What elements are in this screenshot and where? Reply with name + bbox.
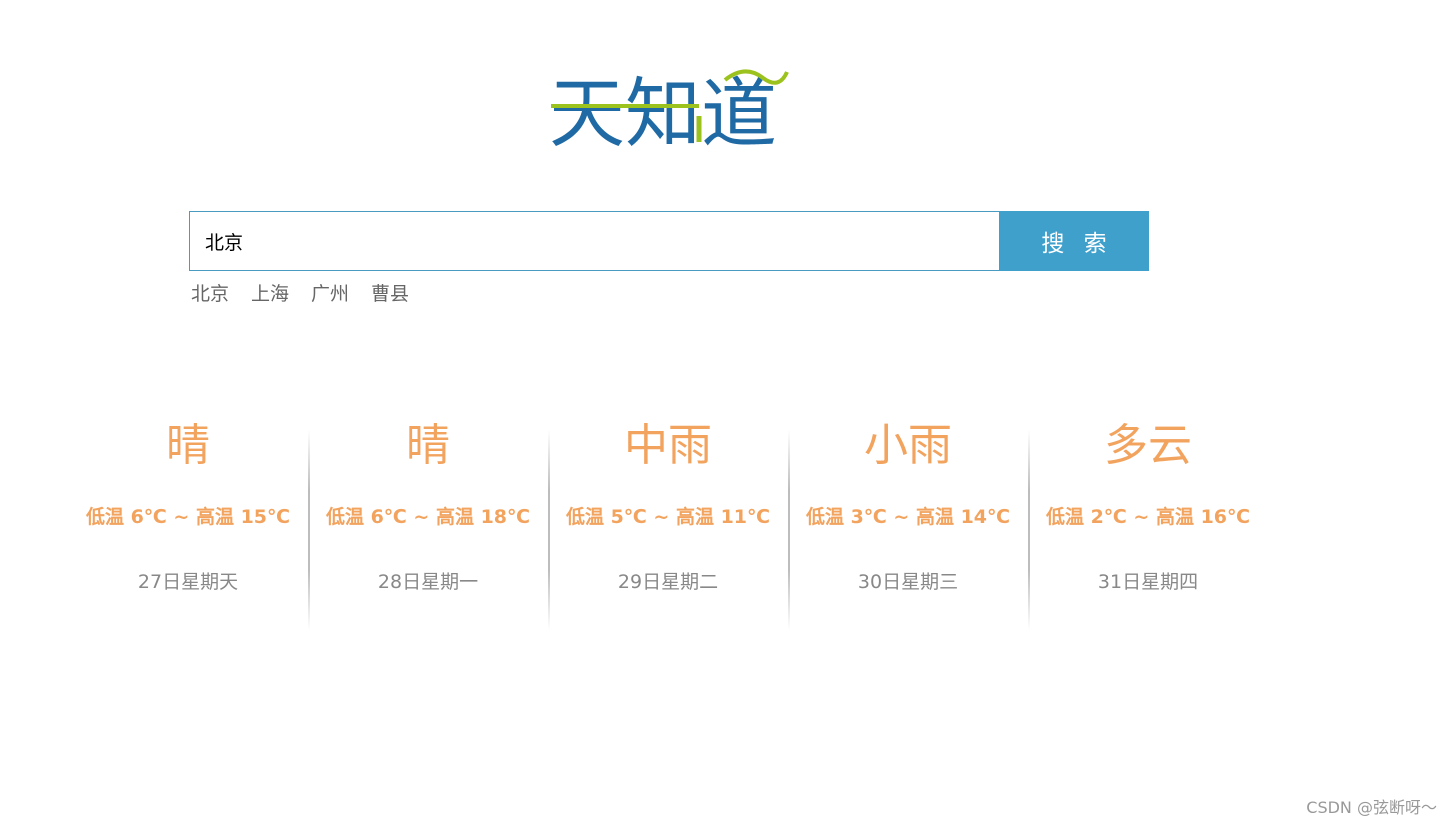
watermark: CSDN @弦断呀～ — [1306, 798, 1437, 817]
forecast-day: 中雨 低温 5℃ ~ 高温 11℃ 29日星期二 — [548, 420, 788, 630]
logo-image: 天知道 — [549, 69, 789, 150]
forecast-day: 多云 低温 2℃ ~ 高温 16℃ 31日星期四 — [1028, 420, 1268, 630]
forecast-date: 31日星期四 — [1097, 571, 1199, 593]
hot-cities: 北京 上海 广州 曹县 — [191, 282, 409, 306]
hot-city-link[interactable]: 北京 — [191, 282, 229, 306]
weather-type: 晴 — [166, 420, 210, 471]
forecast-list: 晴 低温 6℃ ~ 高温 15℃ 27日星期天 晴 低温 6℃ ~ 高温 18℃… — [68, 420, 1268, 630]
hot-city-link[interactable]: 上海 — [251, 282, 289, 306]
temperature-range: 低温 2℃ ~ 高温 16℃ — [1045, 506, 1251, 528]
weather-type: 小雨 — [864, 420, 952, 471]
logo: 天知道 — [549, 64, 791, 150]
forecast-day: 晴 低温 6℃ ~ 高温 15℃ 27日星期天 — [68, 420, 308, 630]
temperature-range: 低温 3℃ ~ 高温 14℃ — [805, 506, 1011, 528]
temperature-range: 低温 6℃ ~ 高温 15℃ — [85, 506, 291, 528]
search-button[interactable]: 搜 索 — [999, 211, 1149, 271]
hot-city-link[interactable]: 广州 — [311, 282, 349, 306]
hot-city-link[interactable]: 曹县 — [371, 282, 409, 306]
weather-type: 多云 — [1104, 420, 1192, 471]
page: 天知道 搜 索 北京 上海 广州 曹县 晴 低温 6℃ ~ 高温 15℃ 27日… — [0, 0, 1451, 828]
weather-type: 中雨 — [624, 420, 712, 471]
temperature-range: 低温 5℃ ~ 高温 11℃ — [565, 506, 771, 528]
weather-type: 晴 — [406, 420, 450, 471]
forecast-date: 28日星期一 — [377, 571, 479, 593]
forecast-date: 27日星期天 — [137, 571, 239, 593]
temperature-range: 低温 6℃ ~ 高温 18℃ — [325, 506, 531, 528]
svg-text:天知道: 天知道 — [549, 69, 777, 150]
forecast-day: 晴 低温 6℃ ~ 高温 18℃ 28日星期一 — [308, 420, 548, 630]
forecast-date: 29日星期二 — [617, 571, 719, 593]
search-input[interactable] — [189, 211, 999, 271]
forecast-day: 小雨 低温 3℃ ~ 高温 14℃ 30日星期三 — [788, 420, 1028, 630]
forecast-date: 30日星期三 — [857, 571, 959, 593]
search-bar: 搜 索 — [189, 211, 1149, 271]
